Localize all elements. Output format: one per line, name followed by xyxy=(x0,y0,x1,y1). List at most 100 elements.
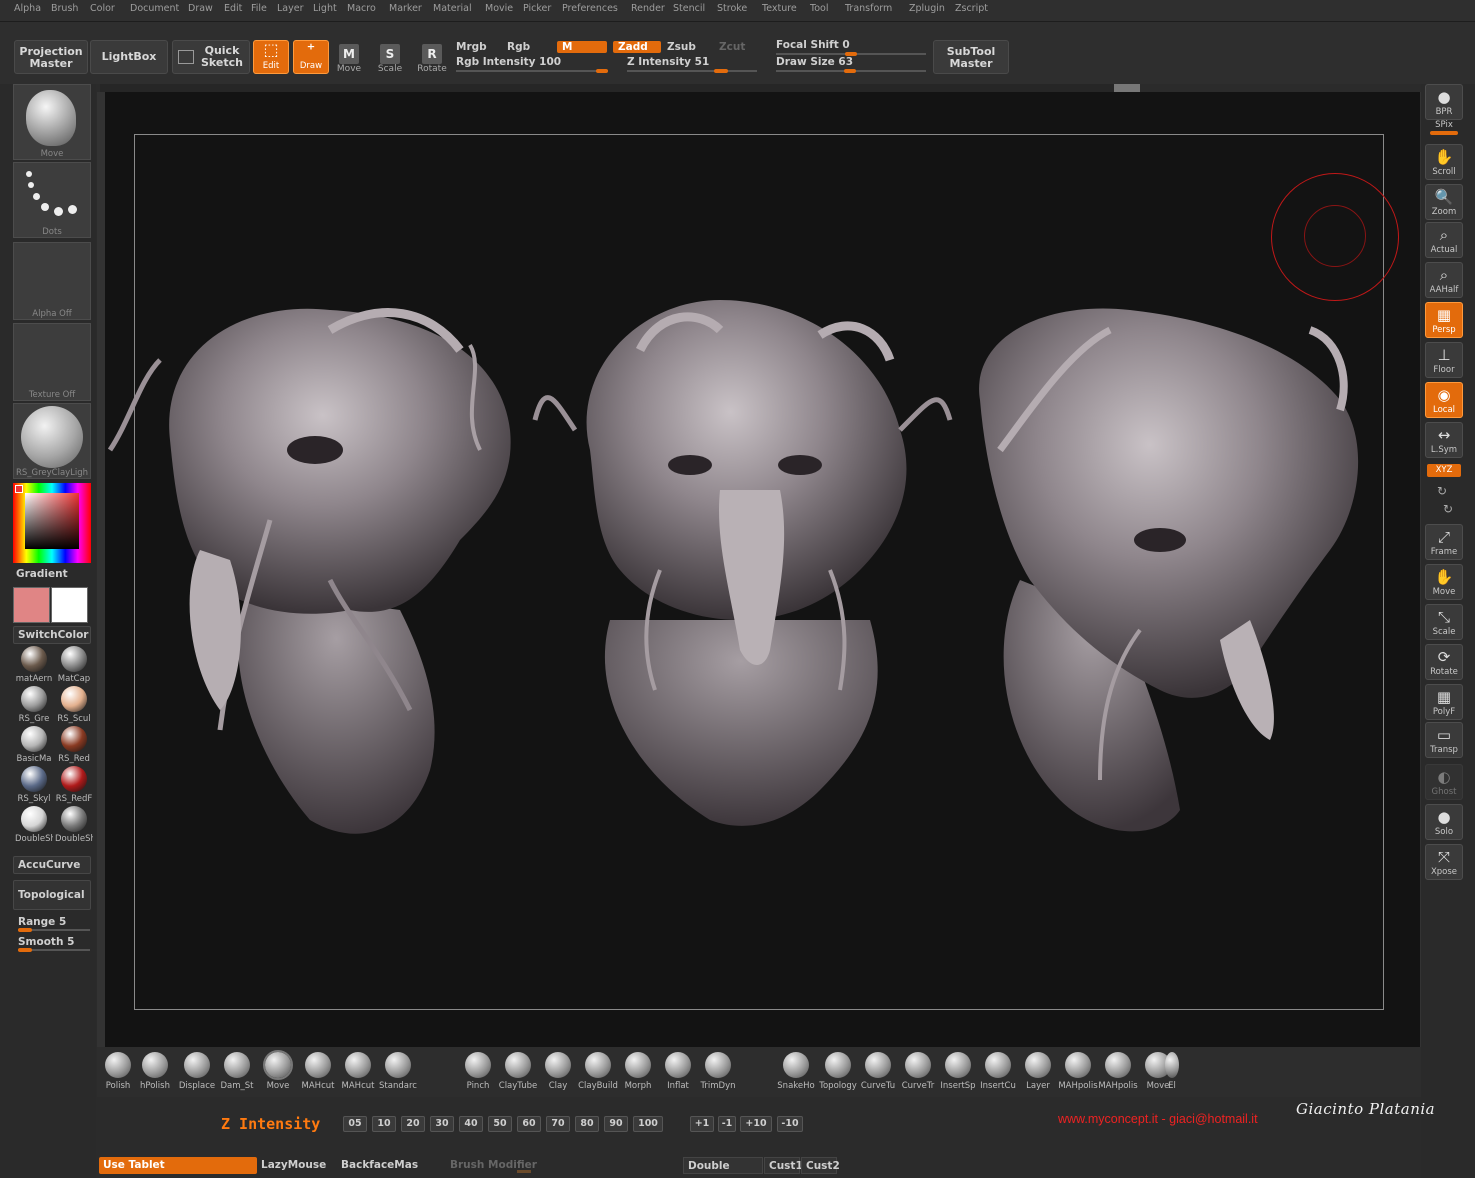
material-swatch[interactable]: RS_Red xyxy=(55,726,93,764)
brush-el[interactable]: El xyxy=(1162,1050,1182,1091)
backface-mask-toggle[interactable]: BackfaceMas xyxy=(337,1157,427,1174)
menu-brush[interactable]: Brush xyxy=(51,3,78,14)
z-intensity-preset-button[interactable]: 30 xyxy=(430,1116,454,1132)
rotate-tool-button[interactable]: R Rotate xyxy=(416,44,448,74)
menu-document[interactable]: Document xyxy=(130,3,179,14)
brush-mahcut[interactable]: MAHcut xyxy=(338,1050,378,1091)
menu-draw[interactable]: Draw xyxy=(188,3,213,14)
menu-stroke[interactable]: Stroke xyxy=(717,3,747,14)
menu-marker[interactable]: Marker xyxy=(389,3,422,14)
polyf-button[interactable]: ▦ PolyF xyxy=(1425,684,1463,720)
z-intensity-preset-button[interactable]: 90 xyxy=(604,1116,628,1132)
material-swatch[interactable]: DoubleSh xyxy=(15,806,53,844)
menu-color[interactable]: Color xyxy=(90,3,115,14)
menu-layer[interactable]: Layer xyxy=(277,3,304,14)
floor-button[interactable]: ⊥ Floor xyxy=(1425,342,1463,378)
z-intensity-step-button[interactable]: +1 xyxy=(690,1116,714,1132)
z-intensity-preset-button[interactable]: 05 xyxy=(343,1116,367,1132)
material-swatch[interactable]: BasicMa xyxy=(15,726,53,764)
z-intensity-preset-button[interactable]: 10 xyxy=(372,1116,396,1132)
material-swatch[interactable]: RS_RedF xyxy=(55,766,93,804)
spix-slider[interactable]: SPix xyxy=(1426,120,1462,130)
z-intensity-step-button[interactable]: -10 xyxy=(777,1116,803,1132)
z-intensity-preset-button[interactable]: 60 xyxy=(517,1116,541,1132)
material-swatch[interactable]: MatCap xyxy=(55,646,93,684)
brush-mahpolis[interactable]: MAHpolis xyxy=(1058,1050,1098,1091)
color-picker[interactable] xyxy=(13,483,91,563)
projection-master-button[interactable]: Projection Master xyxy=(14,40,88,74)
transp-button[interactable]: ▭ Transp xyxy=(1425,722,1463,758)
draw-size-handle[interactable] xyxy=(844,69,856,73)
zadd-toggle[interactable]: Zadd xyxy=(613,41,661,53)
z-intensity-preset-button[interactable]: 50 xyxy=(488,1116,512,1132)
brush-clay[interactable]: Clay xyxy=(538,1050,578,1091)
brush-claybuild[interactable]: ClayBuild xyxy=(578,1050,618,1091)
brush-hpolish[interactable]: hPolish xyxy=(135,1050,175,1091)
actual-button[interactable]: ⌕ Actual xyxy=(1425,222,1463,258)
gradient-toggle[interactable]: Gradient xyxy=(16,568,92,580)
rotate-z-icon[interactable]: ↻ xyxy=(1443,502,1453,516)
shelf-scroll-thumb[interactable] xyxy=(1114,84,1140,92)
z-intensity-preset-button[interactable]: 100 xyxy=(633,1116,663,1132)
edit-button[interactable]: ⬚ Edit xyxy=(253,40,289,74)
menu-render[interactable]: Render xyxy=(631,3,665,14)
local-button[interactable]: ◉ Local xyxy=(1425,382,1463,418)
smooth-handle[interactable] xyxy=(18,948,32,952)
mrgb-toggle[interactable]: Mrgb xyxy=(456,41,487,53)
smooth-slider[interactable]: Smooth 5 xyxy=(18,936,74,948)
brush-trimdyn[interactable]: TrimDyn xyxy=(698,1050,738,1091)
menu-stencil[interactable]: Stencil xyxy=(673,3,705,14)
z-intensity-step-button[interactable]: +10 xyxy=(740,1116,772,1132)
frame-button[interactable]: ⤢ Frame xyxy=(1425,524,1463,560)
draw-button[interactable]: ⁺ Draw xyxy=(293,40,329,74)
brush-curvetu[interactable]: CurveTu xyxy=(858,1050,898,1091)
brush-topology[interactable]: Topology xyxy=(818,1050,858,1091)
brush-mahpolis[interactable]: MAHpolis xyxy=(1098,1050,1138,1091)
rotate-y-icon[interactable]: ↻ xyxy=(1437,484,1447,498)
menu-texture[interactable]: Texture xyxy=(762,3,797,14)
z-intensity-preset-button[interactable]: 80 xyxy=(575,1116,599,1132)
menu-macro[interactable]: Macro xyxy=(347,3,376,14)
brush-dam_st[interactable]: Dam_St xyxy=(217,1050,257,1091)
quick-sketch-button[interactable]: Quick Sketch xyxy=(172,40,250,74)
menu-alpha[interactable]: Alpha xyxy=(14,3,41,14)
rgb-toggle[interactable]: Rgb xyxy=(507,41,530,53)
stroke-thumb[interactable]: Dots xyxy=(13,162,91,238)
brush-claytube[interactable]: ClayTube xyxy=(498,1050,538,1091)
topological-toggle[interactable]: Topological xyxy=(13,880,91,910)
xyz-toggle[interactable]: XYZ xyxy=(1427,464,1461,477)
z-intensity-preset-button[interactable]: 20 xyxy=(401,1116,425,1132)
material-swatch[interactable]: RS_Scul xyxy=(55,686,93,724)
persp-button[interactable]: ▦ Persp xyxy=(1425,302,1463,338)
menu-light[interactable]: Light xyxy=(313,3,337,14)
alpha-thumb[interactable]: Alpha Off xyxy=(13,242,91,320)
menu-transform[interactable]: Transform xyxy=(845,3,892,14)
brush-insertcu[interactable]: InsertCu xyxy=(978,1050,1018,1091)
material-swatch[interactable]: RS_Gre xyxy=(15,686,53,724)
brush-morph[interactable]: Morph xyxy=(618,1050,658,1091)
lightbox-button[interactable]: LightBox xyxy=(90,40,168,74)
brush-standarc[interactable]: Standarc xyxy=(378,1050,418,1091)
menu-picker[interactable]: Picker xyxy=(523,3,551,14)
primary-color-swatch[interactable] xyxy=(13,587,50,623)
brush-pinch[interactable]: Pinch xyxy=(458,1050,498,1091)
z-intensity-preset-button[interactable]: 40 xyxy=(459,1116,483,1132)
draw-size-slider[interactable]: Draw Size 63 xyxy=(776,56,853,68)
scale-tool-button[interactable]: S Scale xyxy=(375,44,405,74)
menu-material[interactable]: Material xyxy=(433,3,472,14)
menu-edit[interactable]: Edit xyxy=(224,3,242,14)
rgb-intensity-handle[interactable] xyxy=(596,69,608,73)
material-swatch[interactable]: matAern xyxy=(15,646,53,684)
material-swatch[interactable]: RS_Skyl xyxy=(15,766,53,804)
menu-tool[interactable]: Tool xyxy=(810,3,828,14)
material-swatch[interactable]: DoubleSh xyxy=(55,806,93,844)
lazymouse-toggle[interactable]: LazyMouse xyxy=(257,1157,337,1174)
scale-view-button[interactable]: ⤡ Scale xyxy=(1425,604,1463,640)
spix-handle[interactable] xyxy=(1430,131,1458,135)
move-view-button[interactable]: ✋ Move xyxy=(1425,564,1463,600)
use-tablet-toggle[interactable]: Use Tablet xyxy=(99,1157,257,1174)
brush-insertsp[interactable]: InsertSp xyxy=(938,1050,978,1091)
zoom-button[interactable]: 🔍 Zoom xyxy=(1425,184,1463,220)
brush-layer[interactable]: Layer xyxy=(1018,1050,1058,1091)
accucurve-toggle[interactable]: AccuCurve xyxy=(13,856,91,874)
